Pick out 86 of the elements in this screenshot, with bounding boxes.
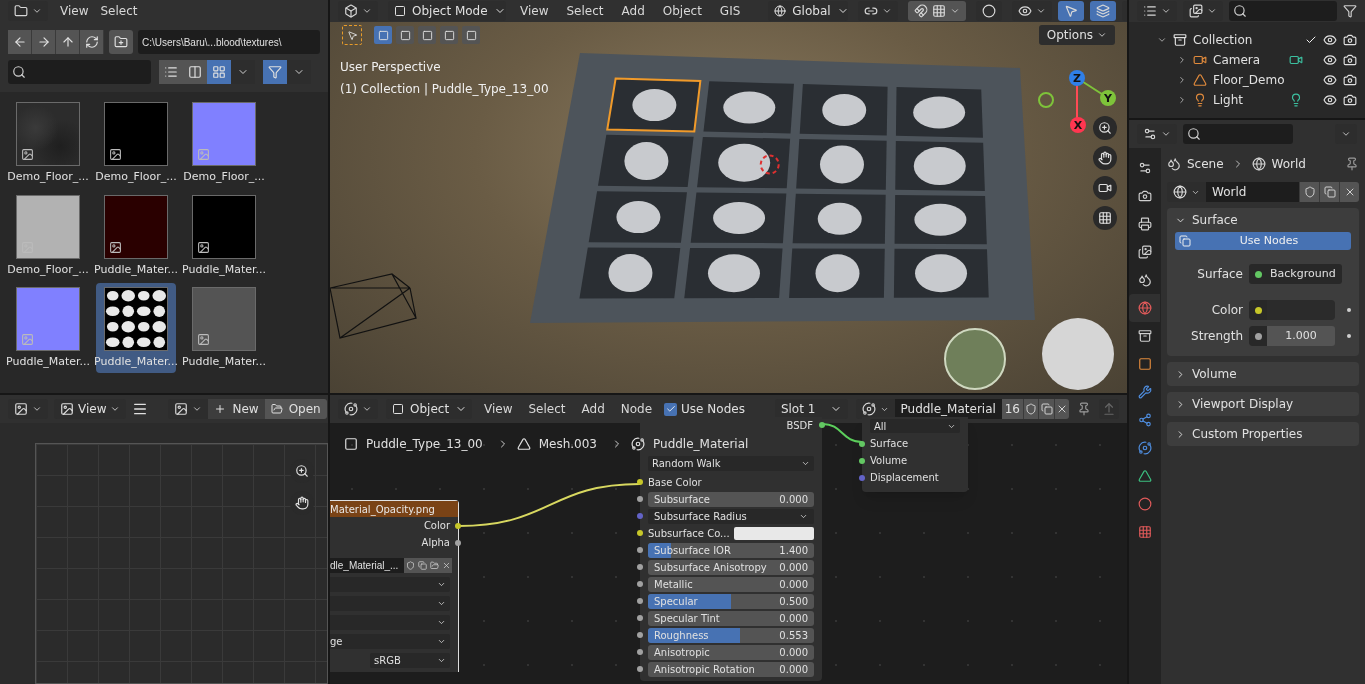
view-menu[interactable]: View xyxy=(54,399,127,419)
file-thumbnail[interactable]: Puddle_Mater... xyxy=(184,190,264,280)
new-button[interactable]: New xyxy=(208,399,265,419)
breadcrumb-item: Mesh.003 xyxy=(538,436,597,453)
slider-field[interactable]: Specular Tint 0.000 xyxy=(648,610,814,626)
socket-label: Base Color xyxy=(648,475,702,490)
file-thumbnail[interactable]: Demo_Floor_... xyxy=(184,98,264,188)
menu-item[interactable]: Select xyxy=(100,2,138,20)
path-field[interactable]: C:\Users\Baru\...blood\textures\ xyxy=(138,30,320,54)
breadcrumb-item: Puddle_Type_13_00 xyxy=(366,436,483,453)
file-name: Demo_Floor_... xyxy=(7,169,89,185)
viewport-info-text: User Perspective xyxy=(340,59,442,76)
menu-item[interactable]: Select xyxy=(524,400,570,418)
field-label: Surface xyxy=(1196,266,1243,283)
file-name: Demo_Floor_... xyxy=(95,169,177,185)
open-button[interactable]: Open xyxy=(264,399,327,419)
menu-item[interactable]: View xyxy=(480,400,517,418)
slider-field[interactable]: Metallic 0.000 xyxy=(648,576,814,592)
panel-header[interactable]: Custom Properties xyxy=(1167,422,1359,446)
material-name-field[interactable]: Puddle_Material xyxy=(894,399,1002,419)
file-name: Puddle_Mater... xyxy=(182,261,266,278)
socket-label: Surface xyxy=(870,437,909,451)
property-field[interactable]: 1.000 xyxy=(1249,326,1335,346)
menu-item[interactable]: View xyxy=(516,2,553,20)
menu-item[interactable]: Node xyxy=(616,400,657,418)
object-dropdown[interactable]: Object xyxy=(386,399,472,419)
slot-dropdown[interactable]: Slot 1 xyxy=(774,399,848,419)
outliner-item[interactable]: Camera xyxy=(1213,51,1283,69)
file-thumbnail[interactable]: Demo_Floor_... xyxy=(96,98,176,188)
slider-field[interactable]: Anisotropic Rotation 0.000 xyxy=(648,661,814,677)
outliner-item[interactable]: Collection xyxy=(1193,31,1253,49)
node-dropdown[interactable]: Random Walk xyxy=(648,456,814,471)
file-name: Puddle_Mater... xyxy=(94,261,178,278)
field-label: Color xyxy=(1210,302,1243,319)
file-name: Demo_Floor_... xyxy=(7,261,89,278)
socket-label: Volume xyxy=(870,454,908,468)
menu-item[interactable]: Object xyxy=(658,2,706,20)
file-thumbnail[interactable]: Demo_Floor_... xyxy=(8,190,88,280)
node-dropdown[interactable]: Subsurface Radius xyxy=(648,508,814,524)
socket-label: BSDF xyxy=(786,418,813,433)
breadcrumb-item: Scene xyxy=(1187,156,1224,173)
mode-dropdown[interactable]: Object Mode xyxy=(388,1,506,21)
slider-field[interactable]: Roughness 0.553 xyxy=(648,627,814,643)
menu-item[interactable]: View xyxy=(60,2,89,20)
socket-label: Alpha xyxy=(421,536,450,550)
node-dropdown[interactable]: sRGB xyxy=(370,653,450,668)
file-thumbnail[interactable]: Puddle_Mater... xyxy=(184,283,264,373)
file-thumbnail[interactable]: Puddle_Mater... xyxy=(96,190,176,280)
use-nodes-button[interactable]: Use Nodes xyxy=(1175,232,1351,250)
file-thumbnail[interactable]: Puddle_Mater... xyxy=(8,283,88,373)
viewport-info-text: (1) Collection | Puddle_Type_13_00 xyxy=(340,81,549,98)
options-dropdown[interactable]: Options xyxy=(1038,25,1115,45)
world-name-field[interactable]: World xyxy=(1206,182,1299,202)
user-count[interactable]: 16 xyxy=(1001,399,1023,419)
material-output-node[interactable]: All Surface Volume Displacement xyxy=(862,417,968,492)
file-thumbnail[interactable]: Demo_Floor_... xyxy=(8,98,88,188)
orientation-dropdown[interactable]: Global xyxy=(768,1,849,21)
panel-header[interactable]: Surface xyxy=(1167,208,1359,232)
file-name: Demo_Floor_... xyxy=(183,169,265,185)
slider-field[interactable]: Subsurface Anisotropy 0.000 xyxy=(648,559,814,575)
outliner-item[interactable]: Light xyxy=(1213,91,1283,109)
menu-item[interactable]: Select xyxy=(562,2,608,20)
menu-item[interactable]: GIS xyxy=(715,2,745,20)
node-dropdown[interactable]: All xyxy=(870,419,960,433)
menu-item[interactable]: Add xyxy=(617,2,649,20)
slider-field[interactable]: Specular 0.500 xyxy=(648,593,814,609)
image-name-field[interactable]: dle_Material_... xyxy=(330,557,404,573)
slider-field[interactable]: Anisotropic 0.000 xyxy=(648,644,814,660)
slider-field[interactable]: Subsurface 0.000 xyxy=(648,491,814,507)
panel-header[interactable]: Volume xyxy=(1167,362,1359,386)
socket-label: Color xyxy=(423,519,450,533)
socket-label: Subsurface Co... xyxy=(648,526,730,541)
breadcrumb-item: Puddle_Material xyxy=(653,436,749,453)
menu-item[interactable]: Add xyxy=(577,400,609,418)
file-name: Puddle_Mater... xyxy=(6,354,90,370)
file-name: Puddle_Mater... xyxy=(182,354,266,370)
outliner-item[interactable]: Floor_Demo xyxy=(1213,71,1283,89)
socket-label: Displacement xyxy=(870,471,939,485)
node-dropdown[interactable]: ge xyxy=(330,634,450,649)
image-texture-node[interactable]: Material_Opacity.png Color Alpha dle_Material_... ge sRGB xyxy=(330,500,459,672)
panel-header[interactable]: Viewport Display xyxy=(1167,392,1359,416)
node-header: Material_Opacity.png xyxy=(330,501,458,517)
use-nodes-checkbox[interactable]: Use Nodes xyxy=(664,400,745,418)
field-label: Strength xyxy=(1190,328,1243,345)
breadcrumb-item: World xyxy=(1271,156,1306,173)
property-field[interactable]: Background xyxy=(1249,264,1342,284)
